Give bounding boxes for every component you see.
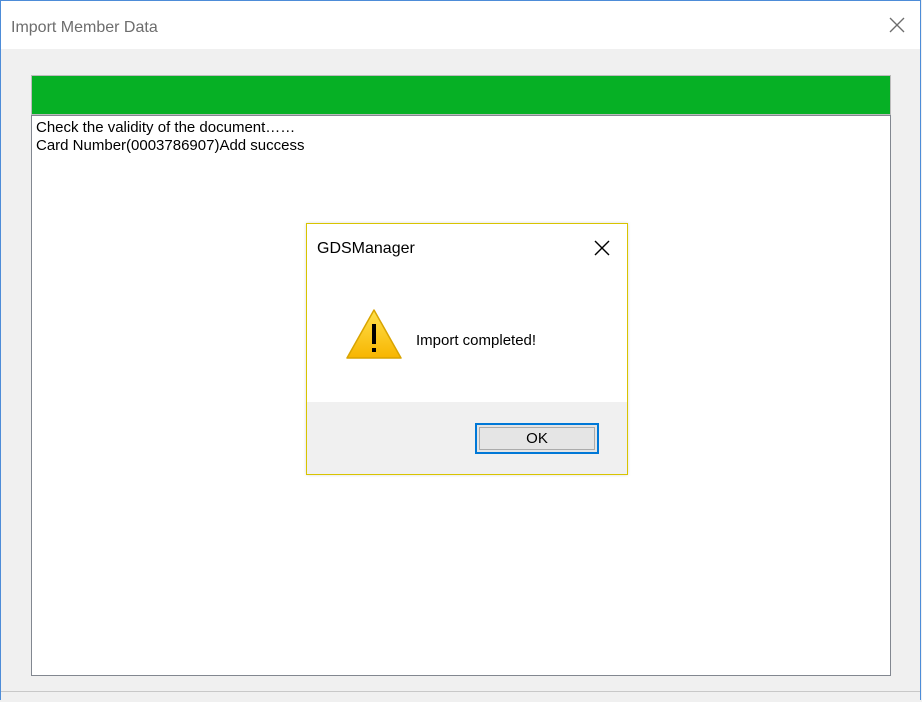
message-box-dialog: GDSManager Import completed! OK xyxy=(306,223,628,475)
dialog-button-area: OK xyxy=(307,402,627,474)
warning-icon xyxy=(346,309,402,359)
ok-button[interactable]: OK xyxy=(475,423,599,454)
window-bottom-edge xyxy=(1,691,920,702)
progress-fill xyxy=(32,76,890,114)
title-bar: Import Member Data xyxy=(1,1,920,49)
close-icon[interactable] xyxy=(886,14,908,36)
window-title: Import Member Data xyxy=(11,19,158,36)
log-line: Card Number(0003786907)Add success xyxy=(36,137,305,154)
import-progress-bar xyxy=(31,75,891,115)
dialog-message: Import completed! xyxy=(416,332,537,349)
ok-button-label: OK xyxy=(526,430,548,447)
close-icon[interactable] xyxy=(591,237,613,259)
dialog-title: GDSManager xyxy=(317,240,415,257)
log-line: Check the validity of the document…… xyxy=(36,119,296,136)
